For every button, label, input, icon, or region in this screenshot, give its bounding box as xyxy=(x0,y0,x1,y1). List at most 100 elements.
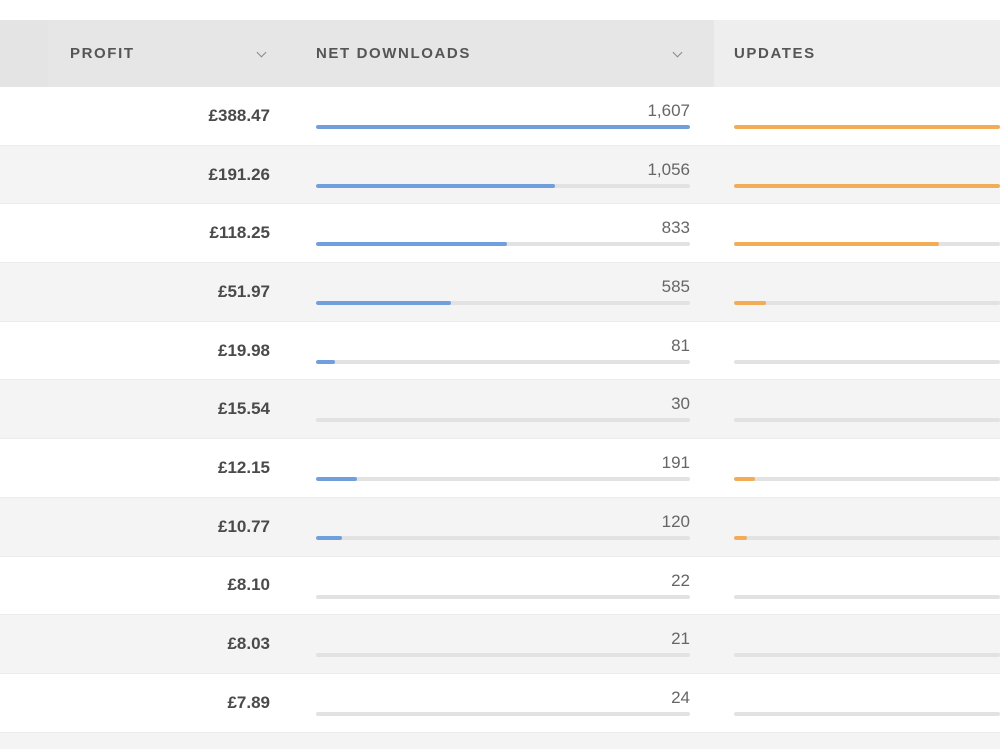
updates-bar xyxy=(734,535,1000,540)
updates-bar xyxy=(734,418,1000,423)
updates-cell xyxy=(734,557,1000,615)
net-downloads-value: 81 xyxy=(671,335,690,355)
net-downloads-value: 585 xyxy=(661,277,690,297)
column-header-label: PROFIT xyxy=(70,45,135,62)
updates-cell xyxy=(734,87,1000,145)
profit-value: £10.77 xyxy=(218,516,270,536)
header-lead-cell xyxy=(0,20,48,87)
profit-value: £388.47 xyxy=(208,105,270,125)
updates-cell xyxy=(734,615,1000,673)
table-row[interactable]: £10.77 120 xyxy=(0,497,1000,557)
chevron-down-icon[interactable] xyxy=(254,46,270,62)
table-row[interactable]: £8.10 22 xyxy=(0,557,1000,616)
net-downloads-cell: 22 xyxy=(316,557,690,615)
net-downloads-value: 24 xyxy=(671,687,690,707)
net-downloads-bar-fill xyxy=(316,125,690,129)
net-downloads-bar xyxy=(316,125,690,129)
table-row[interactable]: £7.89 24 xyxy=(0,674,1000,733)
column-header-updates[interactable]: UPDATES xyxy=(714,20,1000,87)
updates-cell xyxy=(734,439,1000,497)
updates-bar xyxy=(734,301,1000,306)
net-downloads-bar xyxy=(316,242,690,247)
net-downloads-value: 21 xyxy=(671,629,690,649)
updates-bar-fill xyxy=(734,125,1000,129)
data-table: PROFIT NET DOWNLOADS UPDATES £388.47 1,6… xyxy=(0,20,1000,749)
net-downloads-value: 1,056 xyxy=(647,159,690,179)
net-downloads-bar-fill xyxy=(316,535,343,540)
profit-value: £8.03 xyxy=(227,634,270,654)
table-header: PROFIT NET DOWNLOADS UPDATES xyxy=(0,20,1000,87)
net-downloads-cell: 191 xyxy=(316,439,690,497)
net-downloads-value: 833 xyxy=(661,218,690,238)
net-downloads-value: 191 xyxy=(661,453,690,473)
updates-cell xyxy=(734,204,1000,262)
net-downloads-cell: 120 xyxy=(316,498,690,556)
net-downloads-bar-fill xyxy=(316,477,358,482)
profit-value: £15.54 xyxy=(218,399,270,419)
net-downloads-bar xyxy=(316,653,690,658)
updates-bar xyxy=(734,359,1000,364)
table-row[interactable]: £15.54 30 xyxy=(0,380,1000,440)
updates-cell xyxy=(734,380,1000,438)
table-row[interactable]: £191.26 1,056 xyxy=(0,145,1000,205)
net-downloads-bar xyxy=(316,711,690,716)
net-downloads-bar xyxy=(316,183,690,188)
profit-value: £51.97 xyxy=(218,281,270,301)
table-row[interactable]: £118.25 833 xyxy=(0,204,1000,264)
updates-cell xyxy=(734,263,1000,321)
updates-cell xyxy=(734,498,1000,556)
table-row[interactable]: £51.97 585 xyxy=(0,263,1000,322)
net-downloads-bar-fill xyxy=(316,242,507,247)
column-header-label: NET DOWNLOADS xyxy=(316,45,471,62)
table-row[interactable]: £12.15 191 xyxy=(0,439,1000,498)
table-row[interactable]: £19.98 81 xyxy=(0,322,1000,381)
net-downloads-bar xyxy=(316,535,690,540)
net-downloads-bar xyxy=(316,301,690,306)
updates-cell xyxy=(734,146,1000,204)
page: PROFIT NET DOWNLOADS UPDATES £388.47 1,6… xyxy=(0,0,1000,749)
net-downloads-bar xyxy=(316,594,690,599)
updates-cell xyxy=(734,674,1000,732)
profit-value: £118.25 xyxy=(209,223,270,243)
net-downloads-bar xyxy=(316,418,690,423)
profit-value: £12.15 xyxy=(218,457,270,477)
net-downloads-cell: 833 xyxy=(316,204,690,262)
net-downloads-cell: 81 xyxy=(316,322,690,380)
net-downloads-bar-fill xyxy=(316,183,556,188)
updates-bar-fill xyxy=(734,477,756,482)
column-header-net-downloads[interactable]: NET DOWNLOADS xyxy=(296,20,714,87)
updates-bar-fill xyxy=(734,301,766,306)
net-downloads-cell: 24 xyxy=(316,674,690,732)
updates-bar-fill xyxy=(734,535,748,540)
updates-bar xyxy=(734,594,1000,599)
updates-bar-fill xyxy=(734,183,1000,188)
profit-value: £8.10 xyxy=(227,575,270,595)
net-downloads-value: 22 xyxy=(671,570,690,590)
net-downloads-value: 120 xyxy=(661,511,690,531)
updates-bar xyxy=(734,711,1000,716)
net-downloads-bar-fill xyxy=(316,359,335,364)
table-row[interactable]: £388.47 1,607 xyxy=(0,87,1000,146)
profit-value: £191.26 xyxy=(208,164,270,184)
updates-bar xyxy=(734,242,1000,247)
net-downloads-value: 30 xyxy=(671,394,690,414)
net-downloads-bar-fill xyxy=(316,301,451,306)
column-header-profit[interactable]: PROFIT xyxy=(48,20,296,87)
chevron-down-icon[interactable] xyxy=(670,46,686,62)
table-body: £388.47 1,607 £191.26 1,056 £118.25 833 … xyxy=(0,87,1000,733)
net-downloads-cell: 21 xyxy=(316,615,690,673)
updates-bar xyxy=(734,183,1000,188)
profit-value: £19.98 xyxy=(218,340,270,360)
net-downloads-cell: 585 xyxy=(316,263,690,321)
table-row[interactable]: £8.03 21 xyxy=(0,615,1000,674)
updates-bar-fill xyxy=(734,242,939,247)
updates-bar xyxy=(734,653,1000,658)
updates-cell xyxy=(734,322,1000,380)
profit-value: £7.89 xyxy=(227,692,270,712)
updates-bar xyxy=(734,477,1000,482)
net-downloads-value: 1,607 xyxy=(647,101,690,120)
column-header-label: UPDATES xyxy=(734,45,816,62)
net-downloads-bar xyxy=(316,477,690,482)
net-downloads-bar xyxy=(316,359,690,364)
table-footer xyxy=(0,732,1000,749)
